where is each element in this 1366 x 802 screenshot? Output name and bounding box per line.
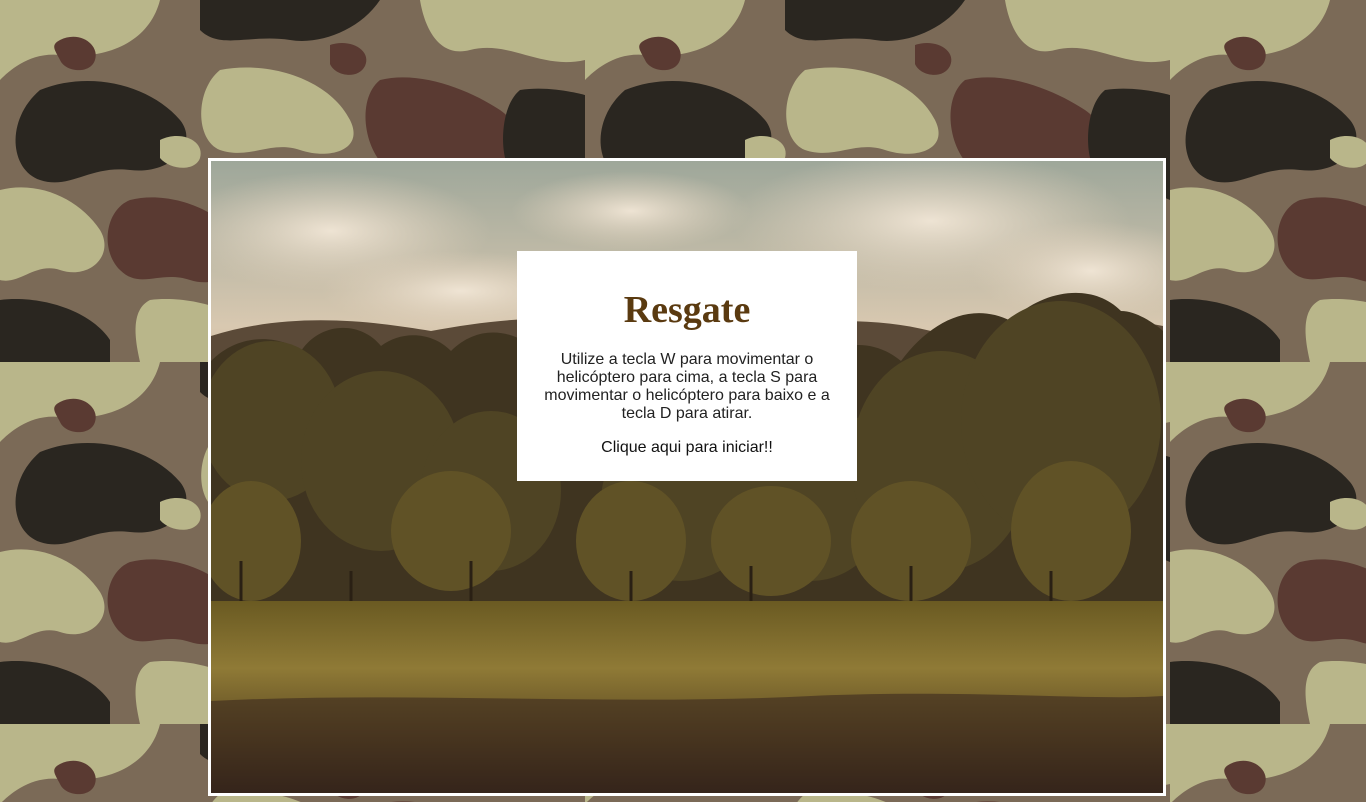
instructions-text: Utilize a tecla W para movimentar o heli… (544, 351, 830, 422)
game-canvas[interactable]: Resgate Utilize a tecla W para movimenta… (208, 158, 1166, 796)
start-game-link[interactable]: Clique aqui para iniciar!! (531, 439, 843, 457)
start-dialog: Resgate Utilize a tecla W para movimenta… (517, 251, 857, 481)
game-title: Resgate (623, 289, 751, 331)
